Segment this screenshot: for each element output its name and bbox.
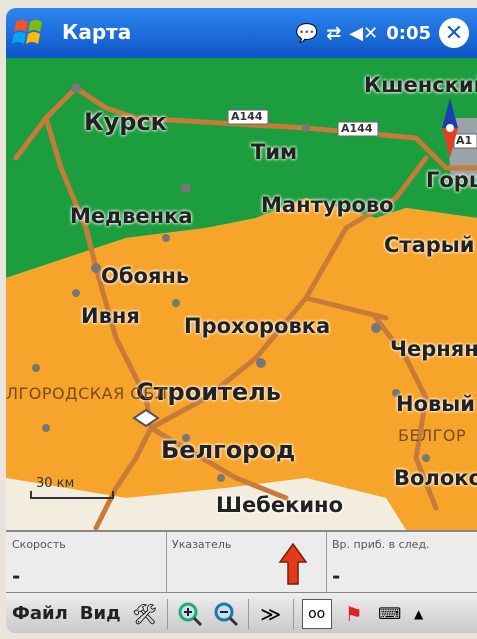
city-label: Прохоровка bbox=[184, 314, 331, 338]
device-screen: Карта 💬 ⇄ ◀✕ 0:05 ✕ Курск Тим Кшенский Г… bbox=[6, 8, 477, 633]
speed-value: - bbox=[12, 564, 21, 588]
chevron-up-icon[interactable]: ▲ bbox=[412, 600, 426, 628]
region-label: ЛГОРОДСКАЯ ОБЛ. bbox=[6, 384, 173, 403]
menu-file[interactable]: Файл bbox=[6, 603, 74, 624]
city-label: Волоконовка bbox=[394, 466, 477, 490]
city-label: Белгород bbox=[161, 436, 296, 464]
speed-cell[interactable]: Скорость - bbox=[6, 532, 167, 594]
windows-start-icon[interactable] bbox=[10, 16, 50, 50]
menu-view[interactable]: Вид bbox=[74, 603, 127, 624]
toolbar-separator bbox=[292, 598, 294, 629]
title-bar: Карта 💬 ⇄ ◀✕ 0:05 ✕ bbox=[6, 8, 477, 58]
city-label: Новый Оскол bbox=[396, 392, 477, 416]
speed-label: Скорость bbox=[12, 538, 66, 551]
scale-bar bbox=[30, 491, 114, 499]
city-label: Мантурово bbox=[261, 193, 394, 217]
toolbar-separator bbox=[247, 598, 249, 629]
city-label: Курск bbox=[84, 108, 167, 136]
direction-arrow-icon bbox=[278, 542, 308, 585]
city-label: Медвенка bbox=[70, 204, 193, 228]
clock[interactable]: 0:05 bbox=[386, 23, 431, 44]
flag-icon[interactable]: ⚑ bbox=[340, 600, 368, 628]
app-title: Карта bbox=[62, 20, 132, 44]
voicemail-icon[interactable]: oo bbox=[301, 598, 332, 629]
eta-label: Вр. приб. в след. bbox=[332, 538, 430, 551]
city-label: Тим bbox=[251, 140, 298, 164]
scale-label: 30 км bbox=[36, 476, 75, 491]
pointer-label: Указатель bbox=[172, 538, 232, 551]
pointer-cell[interactable]: Указатель bbox=[166, 532, 327, 594]
eta-value: - bbox=[332, 564, 341, 588]
city-label: Шебекино bbox=[216, 493, 343, 517]
bottom-toolbar: Файл Вид 🛠 ≫ oo ⚑ ⌨ ▲ bbox=[6, 592, 477, 633]
zoom-in-icon[interactable] bbox=[176, 600, 204, 628]
info-panel: Скорость - Указатель Вр. приб. в след. - bbox=[6, 530, 477, 594]
keyboard-icon[interactable]: ⌨ bbox=[376, 600, 404, 628]
city-label: Ивня bbox=[81, 304, 140, 328]
speaker-muted-icon[interactable]: ◀✕ bbox=[349, 23, 378, 44]
map-view[interactable]: Курск Тим Кшенский Горшечное Медвенка Ма… bbox=[6, 58, 477, 530]
toolbar-separator bbox=[166, 598, 168, 629]
city-label: Чернянка bbox=[390, 337, 477, 361]
road-shield-label: A1 bbox=[456, 134, 473, 147]
route-icon[interactable]: ≫ bbox=[257, 600, 285, 628]
city-label: Старый Оскол bbox=[384, 233, 477, 257]
tools-icon[interactable]: 🛠 bbox=[131, 600, 159, 628]
status-icons: 💬 ⇄ ◀✕ 0:05 ✕ bbox=[296, 16, 469, 50]
city-label: Кшенский bbox=[364, 73, 477, 97]
road-shield-label: A144 bbox=[231, 110, 263, 123]
road-shield-label: A144 bbox=[341, 122, 373, 135]
eta-cell[interactable]: Вр. приб. в след. - bbox=[326, 532, 477, 594]
region-label: БЕЛГОР bbox=[398, 426, 467, 445]
close-icon[interactable]: ✕ bbox=[439, 18, 469, 48]
zoom-out-icon[interactable] bbox=[212, 600, 240, 628]
connectivity-icon[interactable]: ⇄ bbox=[326, 23, 341, 44]
message-icon[interactable]: 💬 bbox=[296, 23, 318, 44]
city-label: Горшечное bbox=[426, 168, 477, 192]
city-label: Обоянь bbox=[101, 264, 190, 288]
